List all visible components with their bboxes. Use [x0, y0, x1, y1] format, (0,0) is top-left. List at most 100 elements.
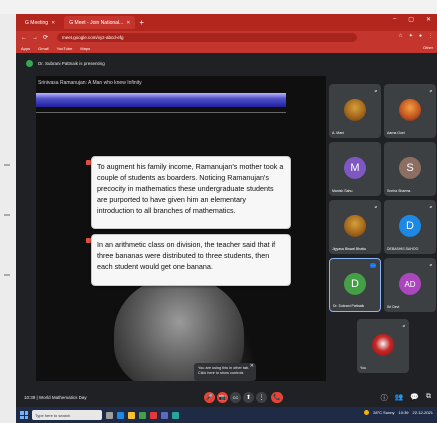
forward-icon[interactable]: → — [32, 35, 38, 41]
participant-tile[interactable]: S Sneha Sharma — [384, 142, 436, 196]
os-taskbar: Type here to search 28°C Sunny 10:39 22-… — [16, 407, 437, 423]
slide-title: Srinivasa Ramanujan: A Man who knew Infi… — [38, 80, 142, 86]
present-button[interactable]: ⬆ — [243, 392, 254, 403]
app-icon[interactable] — [172, 411, 179, 419]
task-view-icon[interactable] — [106, 411, 113, 419]
extensions: ☆ ✦ ● ⋮ — [398, 33, 433, 39]
slide-divider — [36, 112, 286, 113]
end-call-button[interactable]: 📞 — [271, 392, 283, 403]
mic-off-icon: ⌀ — [429, 262, 432, 267]
window-controls: – ▢ ✕ — [393, 16, 431, 23]
menu-icon[interactable]: ⋮ — [428, 33, 433, 39]
presenting-label: Dr. Subrani Pattnaik is presenting — [38, 60, 105, 66]
avatar: S — [399, 156, 421, 179]
meeting-side-icons: ⓘ 👥 💬 ⧉ — [381, 393, 431, 403]
controls-toast[interactable]: You are using this in other tab. Click h… — [194, 363, 256, 381]
avatar: D — [399, 214, 421, 237]
participant-name: Manish Sahu — [332, 189, 353, 193]
app-icon[interactable] — [150, 411, 157, 419]
more-options-button[interactable]: ⋮ — [256, 392, 267, 403]
participant-tile[interactable]: AD ⌀ Sri Devi — [384, 258, 436, 312]
clock-time[interactable]: 10:39 — [399, 410, 409, 415]
bookmarks-bar: Apps Gmail YouTube Maps Other — [16, 44, 437, 53]
address-bar: ← → ⟳ meet.google.com/xyz-abcd-efg ☆ ✦ ●… — [16, 31, 437, 44]
new-tab-button[interactable]: + — [139, 18, 144, 27]
participant-tile[interactable]: D ⋯ Dr. Subrani Pattnaik — [329, 258, 381, 312]
clock-date[interactable]: 22-12-2021 — [413, 410, 433, 415]
presenting-icon — [26, 59, 33, 67]
activities-icon[interactable]: ⧉ — [426, 393, 431, 403]
bookmark-item[interactable]: Gmail — [38, 46, 48, 51]
meeting-title: 10:39 | World Mathematics Day — [24, 395, 87, 400]
close-icon[interactable]: ✕ — [250, 364, 254, 369]
app-icon[interactable] — [161, 411, 168, 419]
participant-tile-self[interactable]: ⌀ You — [357, 319, 409, 373]
windows-start-icon[interactable] — [20, 411, 28, 419]
participant-tile[interactable]: ⌀ Jigyasa Biswal Bhatia — [329, 200, 381, 254]
participant-tile[interactable]: ⌀ A. Mani — [329, 84, 381, 138]
toast-text: You are using this in other tab. Click h… — [198, 366, 250, 375]
participant-name: Sri Devi — [387, 305, 400, 309]
participant-name: Sneha Sharma — [387, 189, 411, 193]
camera-toggle-button[interactable]: 📷 — [217, 392, 228, 403]
mic-off-icon: ⌀ — [402, 323, 405, 328]
mic-off-icon: ⌀ — [374, 88, 377, 93]
other-bookmarks[interactable]: Other — [423, 45, 433, 50]
screen-frame: G Meeting ✕ G Meet - Join National... ✕ … — [16, 14, 437, 423]
url-input[interactable]: meet.google.com/xyz-abcd-efg — [57, 33, 358, 42]
mic-off-icon: ⌀ — [429, 88, 432, 93]
chat-icon[interactable]: 💬 — [410, 393, 419, 403]
browser-tabbar: G Meeting ✕ G Meet - Join National... ✕ … — [16, 14, 437, 31]
participant-tile[interactable]: D ⌀ DEBASHIS SAHOO — [384, 200, 436, 254]
people-icon[interactable]: 👥 — [395, 393, 404, 403]
weather-icon — [364, 410, 370, 415]
participant-name: DEBASHIS SAHOO — [387, 247, 419, 251]
avatar: M — [344, 156, 366, 179]
participant-name: Aarna Goel — [387, 131, 405, 135]
maximize-button[interactable]: ▢ — [408, 16, 414, 23]
participant-name: Dr. Subrani Pattnaik — [333, 304, 365, 308]
taskbar-search-input[interactable]: Type here to search — [32, 410, 102, 420]
participant-tile[interactable]: ⌀ Aarna Goel — [384, 84, 436, 138]
tab-label: G Meet - Join National... — [69, 19, 124, 26]
tab-meeting[interactable]: G Meeting ✕ — [20, 16, 60, 29]
close-icon[interactable]: ✕ — [126, 20, 130, 26]
mic-toggle-button[interactable]: 🎤 — [204, 392, 215, 403]
weather-label[interactable]: 28°C Sunny — [373, 410, 394, 415]
slide-paragraph-1: To augment his family income, Ramanujan'… — [91, 156, 291, 229]
back-icon[interactable]: ← — [21, 35, 27, 41]
side-strip — [0, 14, 16, 423]
chrome-icon[interactable] — [139, 411, 146, 419]
bookmark-item[interactable]: Maps — [80, 46, 90, 51]
extension-icon[interactable]: ✦ — [409, 33, 413, 39]
slide-paragraph-2: In an arithmetic class on division, the … — [91, 234, 291, 286]
avatar: D — [344, 272, 366, 295]
mic-off-icon: ⌀ — [429, 204, 432, 209]
edge-icon[interactable] — [117, 411, 124, 419]
star-icon[interactable]: ☆ — [398, 33, 402, 39]
tab-meet[interactable]: G Meet - Join National... ✕ — [64, 16, 136, 29]
tab-label: G Meeting — [25, 19, 49, 26]
avatar: AD — [399, 272, 421, 295]
reload-icon[interactable]: ⟳ — [43, 34, 48, 41]
bookmark-item[interactable]: Apps — [21, 46, 30, 51]
minimize-button[interactable]: – — [393, 16, 396, 23]
participant-name: A. Mani — [332, 131, 344, 135]
bookmark-item[interactable]: YouTube — [57, 46, 73, 51]
speaking-icon: ⋯ — [370, 263, 376, 268]
profile-icon[interactable]: ● — [419, 33, 422, 39]
system-tray: 28°C Sunny 10:39 22-12-2021 — [364, 410, 433, 415]
file-explorer-icon[interactable] — [128, 411, 135, 419]
slide-banner — [36, 93, 286, 107]
avatar — [344, 98, 366, 121]
participant-name: You — [360, 366, 366, 370]
participant-tile[interactable]: M Manish Sahu — [329, 142, 381, 196]
participant-name: Jigyasa Biswal Bhatia — [332, 247, 366, 251]
info-icon[interactable]: ⓘ — [381, 393, 388, 403]
avatar — [344, 214, 366, 237]
avatar — [372, 333, 394, 356]
captions-button[interactable]: CC — [230, 392, 241, 403]
close-window-button[interactable]: ✕ — [426, 16, 431, 23]
close-icon[interactable]: ✕ — [51, 20, 55, 26]
meeting-controls-bar: 10:39 | World Mathematics Day 🎤 📷 CC ⬆ ⋮… — [16, 389, 437, 407]
